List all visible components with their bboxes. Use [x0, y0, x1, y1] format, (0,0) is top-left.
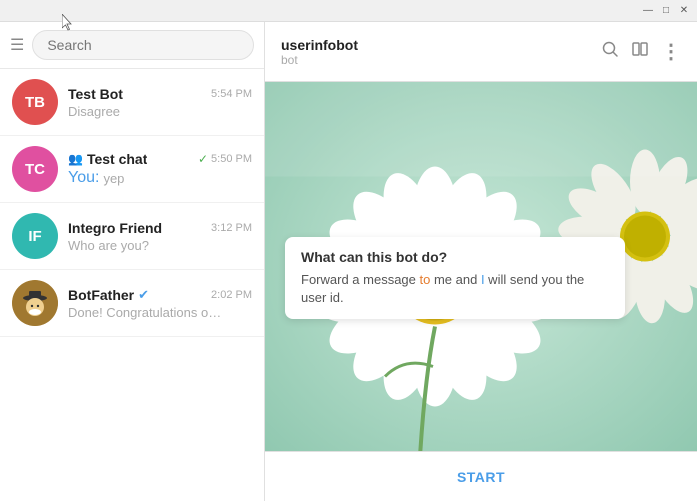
chat-info-botfather: BotFather ✔ 2:02 PM Done! Congratulation… [68, 287, 252, 320]
bottom-bar: START [265, 451, 697, 501]
chat-preview-text-testbot: Disagree [68, 104, 120, 119]
message-bubble: What can this bot do? Forward a message … [285, 237, 625, 319]
chat-preview-testchat: You: yep [68, 169, 252, 187]
bubble-title: What can this bot do? [301, 249, 609, 265]
chat-area: What can this bot do? Forward a message … [265, 82, 697, 451]
chat-name-integrofriend: Integro Friend [68, 220, 162, 236]
bubble-text-part1: Forward a message [301, 272, 420, 287]
right-header-actions: ⋮ [601, 39, 681, 64]
avatar-integrofriend: IF [12, 213, 58, 259]
chat-top-integrofriend: Integro Friend 3:12 PM [68, 220, 252, 236]
minimize-button[interactable]: — [639, 2, 657, 20]
columns-icon[interactable] [631, 40, 649, 63]
right-panel: userinfobot bot ⋮ [265, 22, 697, 501]
chat-top-testchat: 👥 Test chat ✓ 5:50 PM [68, 151, 252, 167]
right-header-sub: bot [281, 53, 591, 67]
chat-name-row-testchat: 👥 Test chat [68, 151, 147, 167]
chat-name-testchat: Test chat [87, 151, 147, 167]
chat-info-integrofriend: Integro Friend 3:12 PM Who are you? [68, 220, 252, 253]
right-header-name: userinfobot [281, 37, 591, 53]
bubble-body: Forward a message to me and I will send … [301, 271, 609, 307]
main-container: ☰ TB Test Bot 5:54 PM Disagree [0, 22, 697, 501]
maximize-button[interactable]: □ [657, 2, 675, 20]
right-header-info: userinfobot bot [281, 37, 591, 67]
chat-top-botfather: BotFather ✔ 2:02 PM [68, 287, 252, 303]
chat-top-testbot: Test Bot 5:54 PM [68, 86, 252, 102]
chat-info-testchat: 👥 Test chat ✓ 5:50 PM You: yep [68, 151, 252, 187]
chat-time-integrofriend: 3:12 PM [211, 222, 252, 234]
hamburger-icon[interactable]: ☰ [10, 35, 24, 55]
chat-name-botfather: BotFather [68, 287, 134, 303]
title-bar: — □ ✕ [0, 0, 697, 22]
bubble-text-to: to [420, 272, 431, 287]
right-header: userinfobot bot ⋮ [265, 22, 697, 82]
chat-preview-text-botfather: Done! Congratulations on yo... [68, 305, 228, 320]
chat-item-integrofriend[interactable]: IF Integro Friend 3:12 PM Who are you? [0, 203, 264, 270]
close-button[interactable]: ✕ [675, 2, 693, 20]
chat-time-testbot: 5:54 PM [211, 88, 252, 100]
bubble-text-part2: me and [430, 272, 481, 287]
search-bar: ☰ [0, 22, 264, 69]
chat-time-testchat: 5:50 PM [211, 153, 252, 165]
chat-info-testbot: Test Bot 5:54 PM Disagree [68, 86, 252, 119]
chat-name-testbot: Test Bot [68, 86, 123, 102]
chat-preview-integrofriend: Who are you? [68, 238, 252, 253]
left-panel: ☰ TB Test Bot 5:54 PM Disagree [0, 22, 265, 501]
chat-name-row-botfather: BotFather ✔ [68, 287, 149, 303]
avatar-testchat: TC [12, 146, 58, 192]
chat-preview-botfather: Done! Congratulations on yo... [68, 305, 252, 320]
search-input[interactable] [32, 30, 254, 60]
group-icon: 👥 [68, 152, 83, 166]
search-icon[interactable] [601, 40, 619, 63]
chat-preview-text-integrofriend: Who are you? [68, 238, 149, 253]
chat-item-botfather[interactable]: BotFather ✔ 2:02 PM Done! Congratulation… [0, 270, 264, 337]
chat-preview-testbot: Disagree [68, 104, 252, 119]
chat-item-testbot[interactable]: TB Test Bot 5:54 PM Disagree [0, 69, 264, 136]
more-icon[interactable]: ⋮ [661, 39, 681, 64]
verified-icon-botfather: ✔ [138, 287, 149, 303]
start-button[interactable]: START [457, 469, 505, 485]
avatar-testbot: TB [12, 79, 58, 125]
chat-item-testchat[interactable]: TC 👥 Test chat ✓ 5:50 PM You [0, 136, 264, 203]
check-icon-testchat: ✓ [198, 152, 208, 166]
avatar-botfather [12, 280, 58, 326]
chat-list: TB Test Bot 5:54 PM Disagree TC [0, 69, 264, 501]
chat-time-botfather: 2:02 PM [211, 289, 252, 301]
chat-preview-text-testchat: yep [103, 171, 124, 186]
